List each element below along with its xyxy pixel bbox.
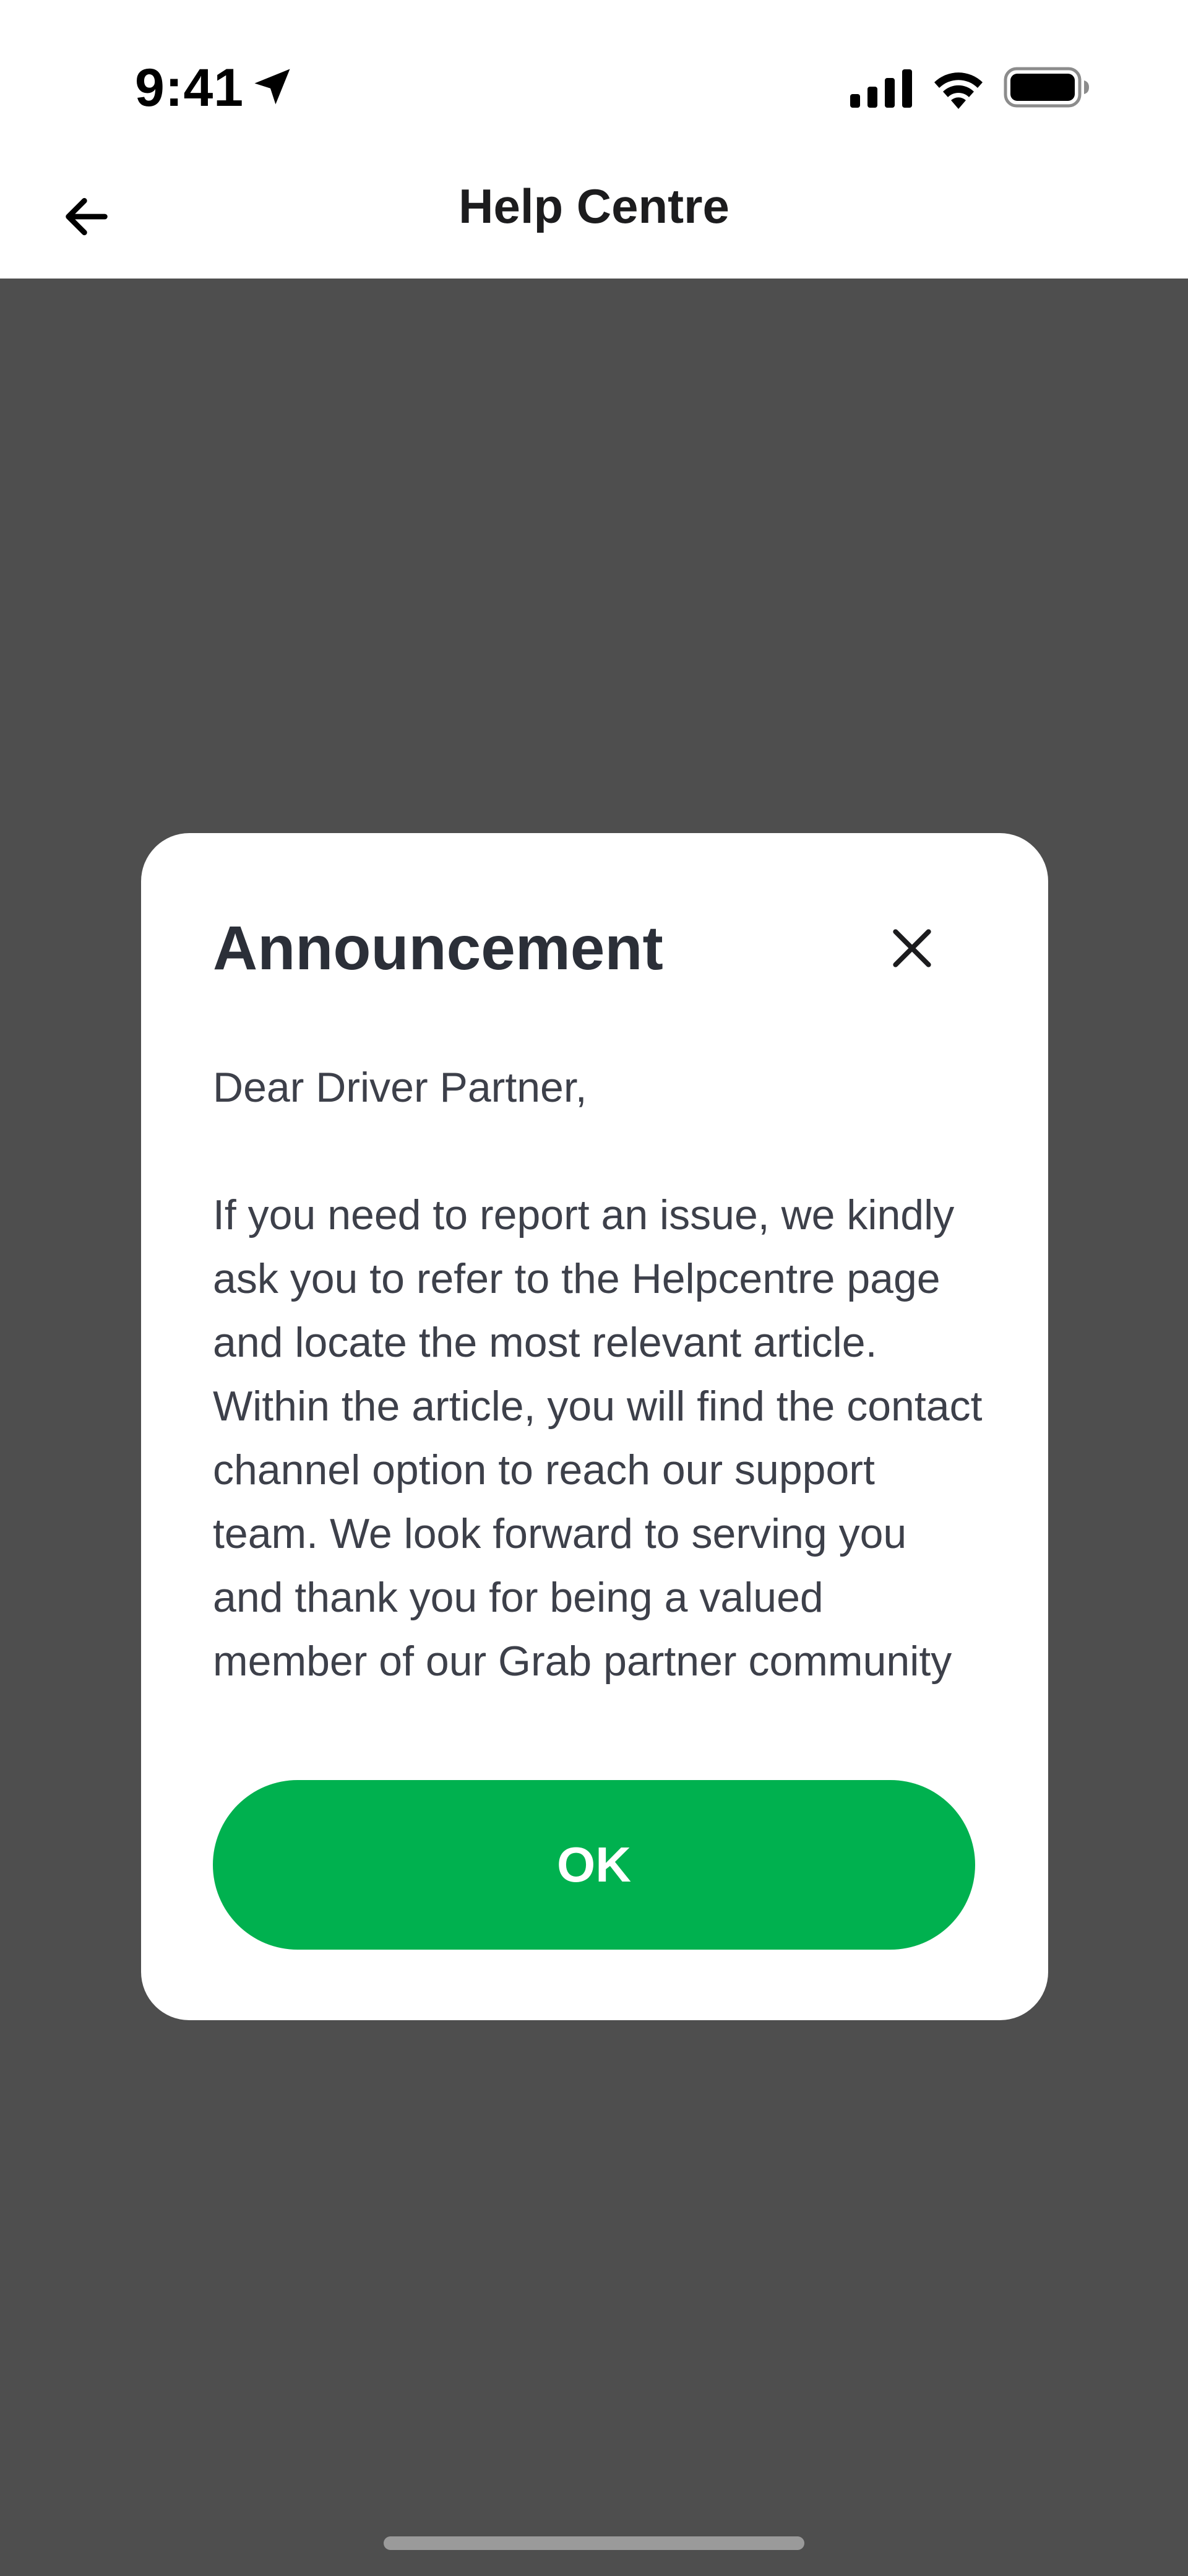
cellular-signal-icon [850, 69, 912, 108]
close-icon [893, 929, 931, 967]
ok-button[interactable]: OK [213, 1780, 975, 1950]
header: Help Centre [0, 155, 1188, 279]
dialog-body: Dear Driver Partner, If you need to repo… [213, 1056, 986, 1693]
page-title: Help Centre [458, 178, 730, 233]
status-time: 9:41 [135, 58, 244, 118]
announcement-dialog: Announcement Dear Driver Partner, If you… [141, 833, 1048, 2020]
status-bar: 9:41 [0, 0, 1188, 155]
location-arrow-icon [254, 69, 290, 105]
close-button[interactable] [875, 911, 949, 985]
wifi-icon [934, 72, 983, 109]
home-indicator [384, 2536, 804, 2550]
dialog-message: If you need to report an issue, we kindl… [213, 1191, 983, 1685]
battery-icon [1004, 67, 1089, 108]
dialog-greeting: Dear Driver Partner, [213, 1064, 587, 1111]
dialog-title: Announcement [213, 914, 663, 983]
